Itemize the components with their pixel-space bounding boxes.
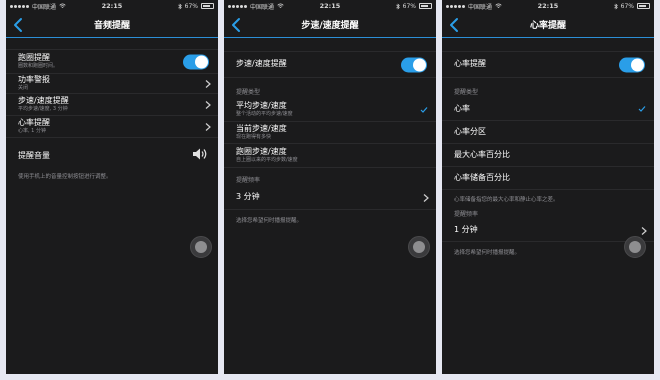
chevron-right-icon — [423, 193, 429, 202]
option-max-hr-percent[interactable]: 最大心率百分比 — [442, 144, 654, 167]
row-title: 步速/速度提醒 — [236, 59, 287, 69]
volume-footnote: 使用手机上的音量控制按钮进行调整。 — [18, 174, 112, 180]
screen-audio-alerts: 中国联通 22:15 67% 音频提醒 跑圈提醒 圈数和跑圈时间。 功率警报 关… — [6, 0, 218, 374]
row-title: 提醒音量 — [18, 150, 50, 160]
row-title: 心率提醒 — [454, 59, 486, 69]
row-subtitle: 自上圈以来的平均步数/速度 — [236, 157, 298, 164]
battery-percent: 67% — [402, 2, 416, 10]
row-pace-alert-toggle[interactable]: 步速/速度提醒 — [224, 52, 436, 78]
bluetooth-icon — [177, 2, 182, 10]
row-subtitle: 关闭 — [18, 85, 29, 92]
nav-bar: 步速/速度提醒 — [224, 12, 436, 38]
section-label-alert-frequency: 提醒频率 — [236, 177, 261, 184]
status-bar: 中国联通 22:15 67% — [6, 0, 218, 12]
row-subtitle: 平均步速/速度, 3 分钟 — [18, 106, 68, 113]
row-subtitle: 圈数和跑圈时间。 — [18, 63, 59, 70]
option-heart-rate-zone[interactable]: 心率分区 — [442, 121, 654, 144]
row-title: 心率提醒 — [18, 117, 50, 127]
row-title: 步速/速度提醒 — [18, 95, 69, 105]
status-bar: 中国联通 22:15 67% — [224, 0, 436, 12]
option-hr-reserve-percent[interactable]: 心率储备百分比 — [442, 167, 654, 190]
battery-icon — [419, 3, 432, 9]
option-lap-pace[interactable]: 跑圈步速/速度 自上圈以来的平均步数/速度 — [224, 144, 436, 168]
back-chevron-icon[interactable] — [11, 17, 25, 33]
row-title: 平均步速/速度 — [236, 100, 287, 110]
row-pace-alert[interactable]: 步速/速度提醒 平均步速/速度, 3 分钟 — [6, 94, 218, 116]
row-heart-rate-alert[interactable]: 心率提醒 心率, 1 分钟 — [6, 116, 218, 138]
row-title: 心率分区 — [454, 126, 486, 136]
chevron-right-icon — [641, 226, 647, 235]
page-title: 步速/速度提醒 — [301, 21, 359, 31]
row-heart-rate-alert-toggle[interactable]: 心率提醒 — [442, 52, 654, 78]
row-title: 最大心率百分比 — [454, 149, 510, 159]
option-current-pace[interactable]: 当前步速/速度 现在跑得有多快 — [224, 122, 436, 144]
row-title: 跑圈提醒 — [18, 52, 50, 62]
chevron-right-icon — [205, 79, 211, 88]
pace-alert-toggle[interactable] — [401, 57, 427, 72]
assistive-touch-button[interactable] — [624, 236, 646, 258]
battery-icon — [201, 3, 214, 9]
battery-percent: 67% — [620, 2, 634, 10]
speaker-icon[interactable] — [192, 147, 208, 161]
row-alert-frequency[interactable]: 1 分钟 — [442, 220, 654, 242]
chevron-right-icon — [205, 122, 211, 131]
row-lap-alert[interactable]: 跑圈提醒 圈数和跑圈时间。 — [6, 50, 218, 74]
row-title: 1 分钟 — [454, 225, 478, 235]
row-subtitle: 整个活动的平均步速/速度 — [236, 111, 293, 118]
bluetooth-icon — [613, 2, 618, 10]
assistive-touch-button[interactable] — [408, 236, 430, 258]
bluetooth-icon — [395, 2, 400, 10]
screen-heart-rate-alert: 中国联通 22:15 67% 心率提醒 心率提醒 提醒类型 心率 心率分区 最大… — [442, 0, 654, 374]
assistive-touch-button[interactable] — [190, 236, 212, 258]
frequency-footnote: 选择您希望何时播报提醒。 — [454, 250, 521, 256]
section-label-alert-type: 提醒类型 — [236, 89, 261, 96]
checkmark-icon — [420, 106, 428, 113]
row-power-alert[interactable]: 功率警报 关闭 — [6, 74, 218, 94]
nav-bar: 音频提醒 — [6, 12, 218, 38]
frequency-footnote: 选择您希望何时播报提醒。 — [236, 218, 303, 224]
row-title: 当前步速/速度 — [236, 123, 287, 133]
heart-rate-alert-toggle[interactable] — [619, 57, 645, 72]
battery-icon — [637, 3, 650, 9]
checkmark-icon — [638, 106, 646, 112]
section-label-alert-frequency: 提醒频率 — [454, 211, 479, 218]
row-title: 功率警报 — [18, 74, 50, 84]
option-heart-rate[interactable]: 心率 — [442, 98, 654, 121]
status-bar: 中国联通 22:15 67% — [442, 0, 654, 12]
back-chevron-icon[interactable] — [447, 17, 461, 33]
section-label-alert-type: 提醒类型 — [454, 89, 479, 96]
option-average-pace[interactable]: 平均步速/速度 整个活动的平均步速/速度 — [224, 98, 436, 122]
row-subtitle: 心率, 1 分钟 — [18, 128, 46, 135]
screen-pace-speed-alert: 中国联通 22:15 67% 步速/速度提醒 步速/速度提醒 提醒类型 平均步速… — [224, 0, 436, 374]
battery-percent: 67% — [184, 2, 198, 10]
hr-reserve-footnote: 心率储备指您的最大心率和静止心率之差。 — [454, 197, 559, 203]
row-alert-frequency[interactable]: 3 分钟 — [224, 186, 436, 210]
row-subtitle: 现在跑得有多快 — [236, 134, 272, 141]
row-title: 心率储备百分比 — [454, 172, 510, 182]
page-title: 心率提醒 — [529, 21, 566, 31]
nav-bar: 心率提醒 — [442, 12, 654, 38]
lap-alert-toggle[interactable] — [183, 54, 209, 69]
row-title: 跑圈步速/速度 — [236, 146, 287, 156]
chevron-right-icon — [205, 100, 211, 109]
row-title: 3 分钟 — [236, 192, 260, 202]
row-title: 心率 — [454, 103, 470, 113]
row-alert-volume: 提醒音量 — [6, 138, 218, 170]
back-chevron-icon[interactable] — [229, 17, 243, 33]
page-title: 音频提醒 — [93, 21, 130, 31]
